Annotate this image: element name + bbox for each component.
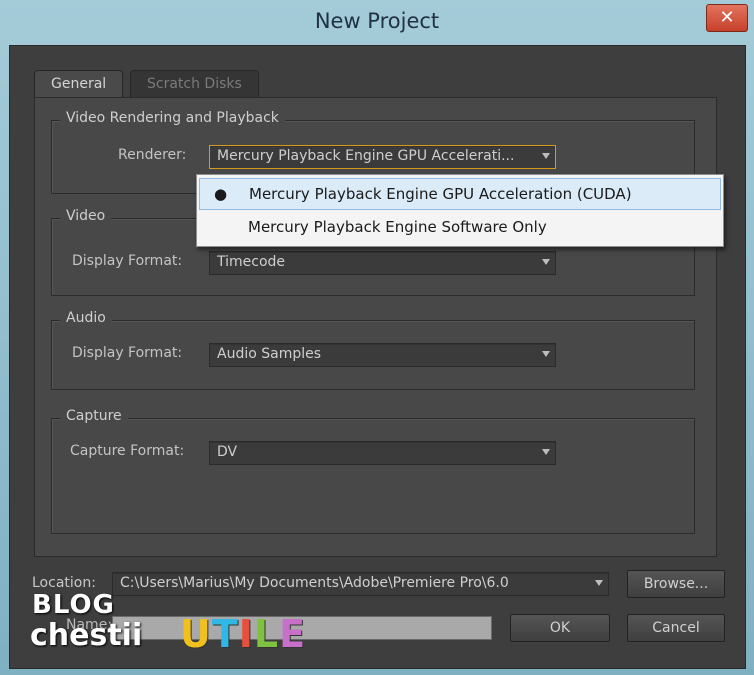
video-display-format-label: Display Format: bbox=[72, 253, 183, 269]
chevron-down-icon bbox=[542, 259, 550, 265]
close-icon: ✕ bbox=[719, 7, 735, 28]
watermark-utile-text: UTILE bbox=[180, 612, 306, 656]
renderer-option-software[interactable]: Mercury Playback Engine Software Only bbox=[199, 212, 719, 242]
audio-display-format-value: Audio Samples bbox=[217, 346, 322, 362]
capture-format-label: Capture Format: bbox=[70, 443, 185, 459]
video-display-format-value: Timecode bbox=[217, 254, 286, 270]
location-label: Location: bbox=[32, 575, 96, 591]
watermark-letter: E bbox=[279, 612, 306, 656]
watermark-logo: BLOG chestii UTILE bbox=[30, 590, 340, 668]
renderer-dropdown[interactable]: Mercury Playback Engine GPU Accelerati..… bbox=[209, 145, 556, 169]
renderer-option-cuda[interactable]: ● Mercury Playback Engine GPU Accelerati… bbox=[199, 178, 721, 210]
video-display-format-dropdown[interactable]: Timecode bbox=[209, 251, 556, 275]
audio-display-format-label: Display Format: bbox=[72, 345, 183, 361]
watermark-letter: L bbox=[253, 612, 279, 656]
selected-bullet-icon: ● bbox=[214, 185, 228, 203]
close-button[interactable]: ✕ bbox=[706, 4, 748, 32]
group-capture: Capture Capture Format: DV bbox=[51, 408, 695, 534]
renderer-options-list: ● Mercury Playback Engine GPU Accelerati… bbox=[196, 174, 724, 247]
option-label: Mercury Playback Engine Software Only bbox=[248, 218, 547, 236]
tab-scratch-disks[interactable]: Scratch Disks bbox=[130, 70, 259, 97]
renderer-value: Mercury Playback Engine GPU Accelerati..… bbox=[217, 148, 515, 164]
renderer-label: Renderer: bbox=[118, 147, 187, 163]
chevron-down-icon bbox=[595, 580, 603, 586]
group-title: Capture bbox=[60, 408, 128, 424]
watermark-letter: U bbox=[180, 612, 211, 656]
watermark-letter: I bbox=[238, 612, 253, 656]
chevron-down-icon bbox=[542, 153, 550, 159]
dialog-client-area: General Scratch Disks Video Rendering an… bbox=[9, 45, 746, 669]
dialog-window: New Project ✕ General Scratch Disks Vide… bbox=[0, 0, 754, 675]
audio-display-format-dropdown[interactable]: Audio Samples bbox=[209, 343, 556, 367]
group-title: Video bbox=[60, 208, 112, 224]
window-title: New Project bbox=[314, 9, 440, 33]
chevron-down-icon bbox=[542, 351, 550, 357]
group-title: Video Rendering and Playback bbox=[60, 110, 285, 126]
watermark-chestii-text: chestii bbox=[30, 618, 143, 653]
general-panel: Video Rendering and Playback Renderer: M… bbox=[34, 97, 717, 557]
group-audio: Audio Display Format: Audio Samples bbox=[51, 310, 695, 390]
capture-format-dropdown[interactable]: DV bbox=[209, 441, 556, 465]
title-bar: New Project ✕ bbox=[0, 0, 754, 44]
watermark-blog-text: BLOG bbox=[32, 590, 115, 620]
option-label: Mercury Playback Engine GPU Acceleration… bbox=[249, 185, 632, 203]
watermark-letter: T bbox=[211, 612, 238, 656]
tab-general[interactable]: General bbox=[34, 70, 124, 98]
browse-button[interactable]: Browse... bbox=[627, 570, 725, 598]
capture-format-value: DV bbox=[217, 444, 238, 460]
chevron-down-icon bbox=[542, 449, 550, 455]
ok-button[interactable]: OK bbox=[510, 614, 610, 642]
location-value: C:\Users\Marius\My Documents\Adobe\Premi… bbox=[120, 575, 509, 591]
group-title: Audio bbox=[60, 310, 112, 326]
cancel-button[interactable]: Cancel bbox=[627, 614, 725, 642]
